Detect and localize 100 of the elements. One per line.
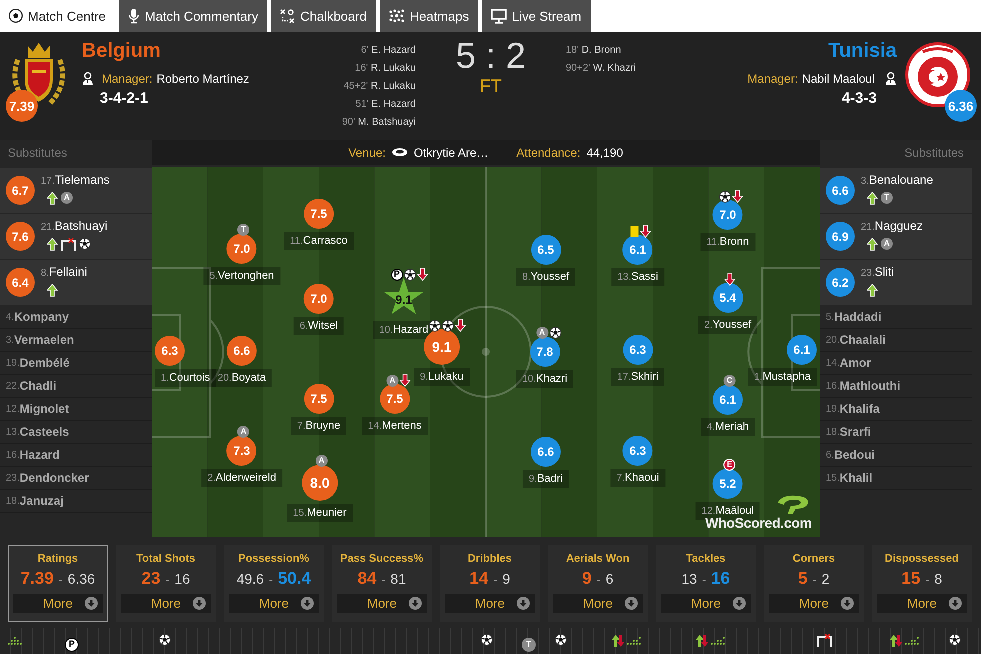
expand-icon <box>841 597 854 610</box>
stat-card[interactable]: Possession% 49.6 - 50.4 More <box>224 545 324 622</box>
substitute-name: 19.Khalifa <box>820 398 972 421</box>
stat-card[interactable]: Total Shots 23 - 16 More <box>116 545 216 622</box>
player-name: 14.Mertens <box>362 417 428 435</box>
tab[interactable]: Match Commentary <box>119 0 268 32</box>
incident-badge: T <box>881 192 893 204</box>
player-rating: 6.9 <box>826 222 855 251</box>
tab[interactable]: Heatmaps <box>380 0 478 32</box>
stat-title: Ratings <box>38 553 78 565</box>
stat-card[interactable]: Ratings 7.39 - 6.36 More <box>8 545 108 622</box>
stat-card[interactable]: Tackles 13 - 16 More <box>656 545 756 622</box>
manager-label: Manager: <box>748 72 798 86</box>
stat-value: 9 <box>582 569 592 589</box>
venue-name: Otkrytie Are… <box>414 146 489 160</box>
more-button[interactable]: More <box>877 594 967 613</box>
goal-scorer: 45+2' R. Lukaku <box>344 80 416 94</box>
goalpost-icon <box>818 634 832 647</box>
heatmap-icon <box>388 9 405 23</box>
goal-icon <box>429 320 442 332</box>
player-rating: 6.7 <box>6 176 35 205</box>
sub-off-icon <box>732 190 744 203</box>
manager-name: Roberto Martínez <box>156 72 250 86</box>
substitute-name: 16.Mathlouthi <box>820 375 972 398</box>
stat-title: Total Shots <box>136 553 196 565</box>
more-button[interactable]: More <box>121 594 211 613</box>
stat-value: 16 <box>711 569 730 589</box>
player-name: 1.Mustapha <box>748 368 817 386</box>
goal-scorer: 51' E. Hazard <box>356 98 416 112</box>
sub-off-icon <box>455 319 466 332</box>
substitute-name: 18.Srarfi <box>820 421 972 444</box>
value-separator: - <box>58 573 63 587</box>
sub-on-icon <box>47 284 58 296</box>
monitor-icon <box>491 8 508 24</box>
stat-value: 6.36 <box>68 571 96 587</box>
stat-value: 23 <box>142 569 161 589</box>
player-name: 8.Youssef <box>516 268 576 286</box>
player-name: 7.Khaoui <box>610 469 666 487</box>
goal-scorer: 18' D. Bronn <box>566 44 622 58</box>
more-button[interactable]: More <box>337 594 427 613</box>
stat-value: 5 <box>798 569 808 589</box>
stat-title: Possession% <box>238 553 310 565</box>
tab[interactable]: Chalkboard <box>271 0 376 32</box>
stat-title: Corners <box>792 553 836 565</box>
sub-on-icon <box>867 192 878 204</box>
stat-title: Dispossessed <box>885 553 959 565</box>
stats-icon <box>7 634 23 646</box>
attendance-value: 44,190 <box>586 146 624 160</box>
stat-value: 14 <box>470 569 489 589</box>
incident-badge: A <box>61 192 73 204</box>
goal-icon <box>555 634 567 646</box>
stat-card[interactable]: Aerials Won 9 - 6 More <box>548 545 648 622</box>
stat-value: 49.6 <box>236 571 264 587</box>
substitute-name: 15.Khalil <box>820 467 972 490</box>
goal-icon <box>159 634 171 646</box>
expand-icon <box>193 597 206 610</box>
incident-badge: A <box>881 238 893 250</box>
formation: 3-4-2-1 <box>99 90 150 107</box>
goal-icon <box>481 634 493 646</box>
stat-card[interactable]: Dispossessed 15 - 8 More <box>872 545 972 622</box>
more-button[interactable]: More <box>445 594 535 613</box>
player-name: 2.Alderweireld <box>202 469 282 487</box>
value-separator: - <box>269 573 274 587</box>
stat-card[interactable]: Corners 5 - 2 More <box>764 545 864 622</box>
manager-name: Nabil Maaloul <box>802 72 875 86</box>
player-name: 4.Meriah <box>701 418 755 436</box>
incident-badge: T <box>522 638 536 652</box>
stat-title: Pass Success% <box>340 553 424 565</box>
match-status: FT <box>480 76 502 97</box>
tab[interactable]: Live Stream <box>482 0 591 32</box>
more-button[interactable]: More <box>661 594 751 613</box>
stat-card[interactable]: Pass Success% 84 - 81 More <box>332 545 432 622</box>
stat-value: 6 <box>606 571 614 587</box>
stat-value: 50.4 <box>278 569 312 589</box>
value-separator: - <box>926 573 930 587</box>
stat-card[interactable]: Dribbles 14 - 9 More <box>440 545 540 622</box>
player-name: 6.Witsel <box>294 317 344 335</box>
player-name: 5.Vertonghen <box>204 267 280 285</box>
more-button[interactable]: More <box>769 594 859 613</box>
more-button[interactable]: More <box>229 594 319 613</box>
goal-scorer: 6' E. Hazard <box>361 44 416 58</box>
expand-icon <box>301 597 314 610</box>
penalty-badge: P <box>65 638 79 652</box>
player-name: 13.Sassi <box>612 268 664 286</box>
manager-label: Manager: <box>102 72 153 86</box>
player-rating: 6.4 <box>6 268 35 297</box>
more-button[interactable]: More <box>13 594 103 613</box>
goal-icon <box>720 190 732 202</box>
formation: 4-3-3 <box>842 90 878 107</box>
goal-icon <box>549 327 562 339</box>
player-rating: 6.6 <box>826 176 855 205</box>
player-name: 10.Hazard <box>373 321 435 339</box>
stat-value: 2 <box>822 571 830 587</box>
expand-icon <box>85 597 98 610</box>
player-name: 20.Boyata <box>212 369 272 387</box>
value-separator: - <box>494 573 498 587</box>
more-button[interactable]: More <box>553 594 643 613</box>
team-rating: 6.36 <box>945 90 977 122</box>
substitute-name: 5.Haddadi <box>820 306 972 329</box>
sub-off-icon <box>724 273 736 286</box>
